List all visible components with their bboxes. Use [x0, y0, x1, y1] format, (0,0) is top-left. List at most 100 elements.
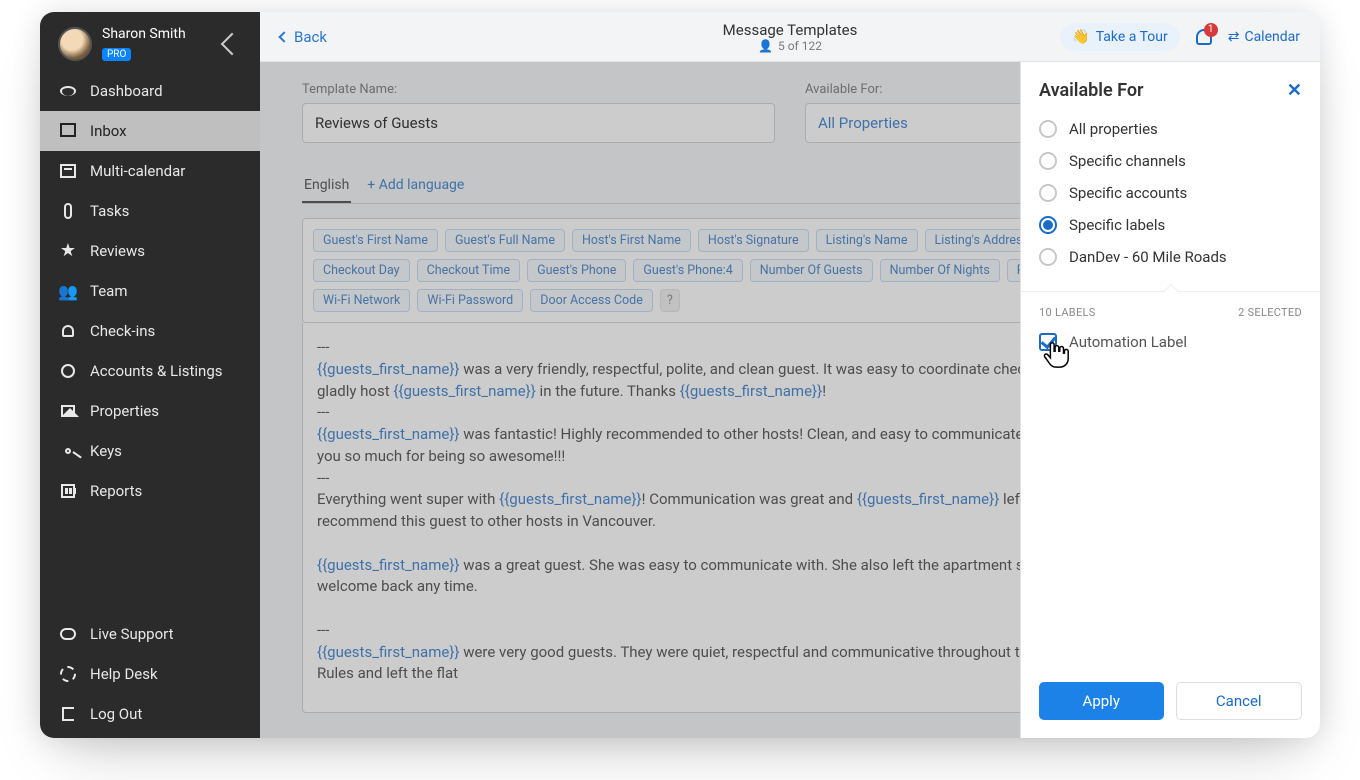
placeholder-token: {{guests_first_name}} [499, 490, 641, 508]
take-tour-button[interactable]: 👋 Take a Tour [1060, 23, 1179, 51]
nav-team[interactable]: 👥Team [40, 271, 260, 311]
key-icon [58, 441, 78, 461]
nav-logout[interactable]: Log Out [40, 694, 260, 734]
close-panel-button[interactable]: ✕ [1287, 80, 1302, 101]
nav-support[interactable]: Live Support [40, 614, 260, 654]
template-name-label: Template Name: [302, 82, 775, 97]
collapse-sidebar-icon[interactable] [221, 32, 244, 55]
nav-reviews[interactable]: ★ Reviews [40, 231, 260, 271]
page-title: Message Templates [723, 21, 858, 39]
radio-icon [1039, 216, 1057, 234]
placeholder-token: {{guests_first_name}} [317, 360, 459, 378]
back-button[interactable]: Back [280, 28, 327, 46]
nav-dashboard[interactable]: Dashboard [40, 71, 260, 111]
variable-chip[interactable]: Guest's Phone:4 [633, 259, 742, 282]
nav-inbox[interactable]: Inbox [40, 111, 260, 151]
nav-label: Dashboard [90, 82, 163, 100]
nav-properties[interactable]: Properties [40, 391, 260, 431]
user-icon [58, 361, 78, 381]
variable-chip[interactable]: Wi-Fi Password [417, 289, 523, 312]
nav-label: Inbox [90, 122, 127, 140]
radio-icon [1039, 184, 1057, 202]
wave-icon: 👋 [1072, 29, 1089, 45]
checkbox-icon [1039, 333, 1057, 351]
radio-dandev[interactable]: DanDev - 60 Mile Roads [1039, 241, 1302, 273]
nav-tasks[interactable]: Tasks [40, 191, 260, 231]
nav-multicalendar[interactable]: Multi-calendar [40, 151, 260, 191]
placeholder-token: {{guests_first_name}} [317, 425, 459, 443]
variable-chip[interactable]: Wi-Fi Network [313, 289, 410, 312]
panel-footer: Apply Cancel [1021, 668, 1320, 738]
inbox-icon [58, 121, 78, 141]
template-name-input[interactable]: Reviews of Guests [302, 103, 775, 143]
nav-keys[interactable]: Keys [40, 431, 260, 471]
placeholder-token: {{guests_first_name}} [317, 556, 459, 574]
label-text: Automation Label [1069, 333, 1187, 351]
nav-label: Multi-calendar [90, 162, 185, 180]
notification-badge: 1 [1204, 23, 1218, 37]
page-title-wrap: Message Templates 👤 5 of 122 [723, 21, 858, 53]
person-icon: 👤 [758, 39, 773, 53]
report-icon [58, 481, 78, 501]
variable-chip[interactable]: Host's First Name [572, 229, 691, 252]
topbar-right: 👋 Take a Tour 1 ⇄ Calendar [1060, 23, 1300, 51]
panel-title: Available For [1039, 80, 1143, 101]
tab-english[interactable]: English [302, 171, 351, 203]
app-window: Sharon Smith PRO Dashboard Inbox Multi-c… [40, 12, 1320, 738]
apply-button[interactable]: Apply [1039, 682, 1164, 720]
variable-chip[interactable]: Guest's Phone [527, 259, 626, 282]
placeholder-token: {{guests_first_name}} [680, 382, 822, 400]
nav-accounts[interactable]: Accounts & Listings [40, 351, 260, 391]
sidebar: Sharon Smith PRO Dashboard Inbox Multi-c… [40, 12, 260, 738]
main: Back Message Templates 👤 5 of 122 👋 Take… [260, 12, 1320, 738]
variable-chip[interactable]: Checkout Time [417, 259, 521, 282]
placeholder-token: {{guests_first_name}} [393, 382, 535, 400]
nav: Dashboard Inbox Multi-calendar Tasks ★ Re… [40, 71, 260, 738]
variable-chip[interactable]: Host's Signature [698, 229, 809, 252]
page-subtitle: 👤 5 of 122 [723, 39, 858, 53]
nav-label: Reviews [90, 242, 145, 260]
variable-chip[interactable]: Guest's First Name [313, 229, 438, 252]
labels-count: 10 LABELS [1039, 306, 1096, 319]
radio-icon [1039, 152, 1057, 170]
variable-chip[interactable]: Door Access Code [530, 289, 653, 312]
variable-chip[interactable]: Number Of Guests [750, 259, 873, 282]
profile-name: Sharon Smith [102, 26, 214, 42]
nav-label: Tasks [90, 202, 129, 220]
selected-count: 2 SELECTED [1238, 306, 1302, 319]
profile-row[interactable]: Sharon Smith PRO [40, 12, 260, 71]
nav-label: Properties [90, 402, 159, 420]
help-chip[interactable]: ? [660, 289, 680, 312]
nav-checkins[interactable]: Check-ins [40, 311, 260, 351]
variable-chip[interactable]: Guest's Full Name [445, 229, 565, 252]
calendar-icon [58, 161, 78, 181]
variable-chip[interactable]: Checkout Day [313, 259, 410, 282]
topbar: Back Message Templates 👤 5 of 122 👋 Take… [260, 12, 1320, 62]
available-for-panel: Available For ✕ All properties Specific … [1020, 62, 1320, 738]
variable-chip[interactable]: Listing's Name [816, 229, 918, 252]
tasks-icon [58, 201, 78, 221]
radio-all-properties[interactable]: All properties [1039, 113, 1302, 145]
variable-chip[interactable]: Number Of Nights [880, 259, 1000, 282]
pro-badge: PRO [102, 48, 131, 61]
calendar-link[interactable]: ⇄ Calendar [1228, 29, 1300, 45]
nav-label: Log Out [90, 705, 142, 723]
chat-icon [58, 624, 78, 644]
radio-icon [1039, 120, 1057, 138]
placeholder-token: {{guests_first_name}} [317, 643, 459, 661]
radio-specific-channels[interactable]: Specific channels [1039, 145, 1302, 177]
nav-label: Check-ins [90, 322, 155, 340]
notifications-button[interactable]: 1 [1196, 29, 1212, 45]
label-automation[interactable]: Automation Label [1021, 327, 1320, 357]
radio-specific-labels[interactable]: Specific labels [1039, 209, 1302, 241]
star-icon: ★ [58, 241, 78, 261]
nav-label: Help Desk [90, 665, 158, 683]
radio-specific-accounts[interactable]: Specific accounts [1039, 177, 1302, 209]
nav-reports[interactable]: Reports [40, 471, 260, 511]
add-language-button[interactable]: + Add language [365, 171, 466, 203]
placeholder-token: {{guests_first_name}} [857, 490, 999, 508]
nav-helpdesk[interactable]: Help Desk [40, 654, 260, 694]
dashboard-icon [58, 81, 78, 101]
cancel-button[interactable]: Cancel [1176, 682, 1303, 720]
bell-icon [58, 321, 78, 341]
